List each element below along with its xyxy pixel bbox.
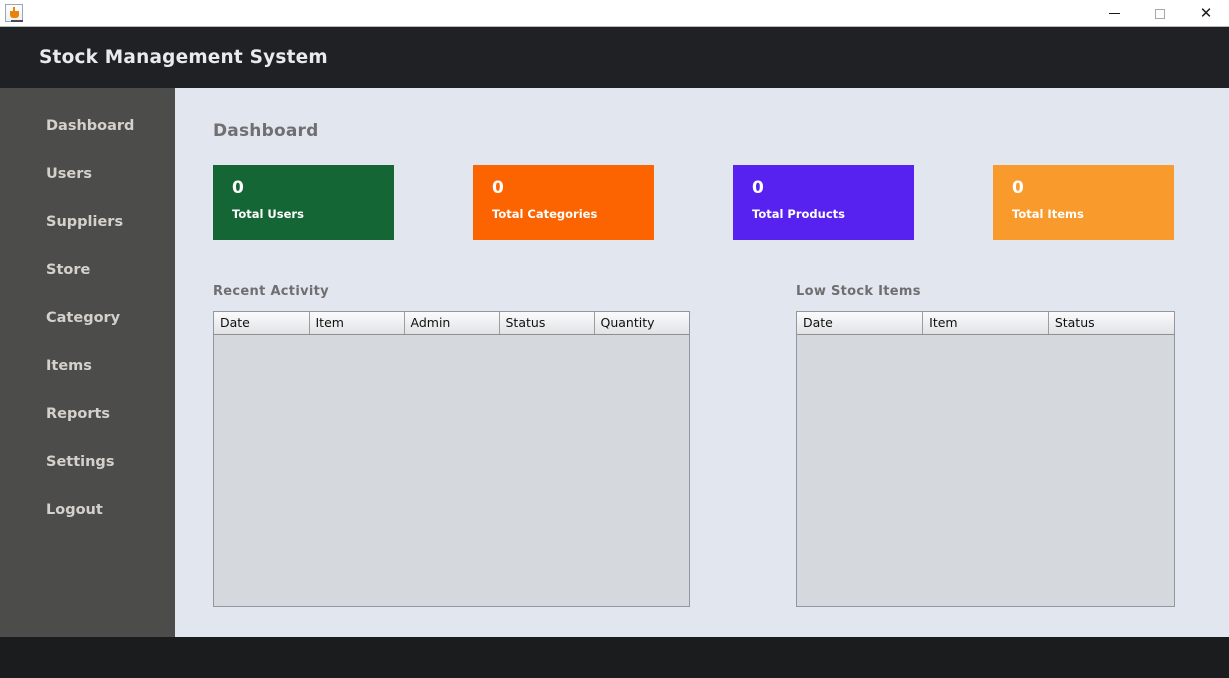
- app-title: Stock Management System: [39, 47, 328, 68]
- sidebar-item-label: Users: [46, 166, 93, 182]
- stat-card-total-categories[interactable]: 0 Total Categories: [473, 165, 654, 240]
- column-header-admin[interactable]: Admin: [404, 312, 500, 335]
- stat-card-label: Total Categories: [492, 207, 598, 222]
- sidebar-item-label: Settings: [46, 454, 115, 470]
- stat-card-total-users[interactable]: 0 Total Users: [213, 165, 394, 240]
- column-header-quantity[interactable]: Quantity: [594, 312, 689, 335]
- table-header-row: Date Item Admin Status Quantity: [214, 312, 689, 335]
- recent-activity-empty-body: [214, 335, 689, 606]
- stat-card-total-products[interactable]: 0 Total Products: [733, 165, 914, 240]
- close-button[interactable]: ✕: [1183, 0, 1229, 27]
- window-titlebar: ✕: [0, 0, 1229, 27]
- sidebar-item-label: Suppliers: [46, 214, 124, 230]
- java-coffee-cup-icon: [5, 4, 23, 22]
- recent-activity-panel: Recent Activity Date Item Admin Status Q…: [213, 284, 690, 607]
- app-shell: Dashboard Users Suppliers Store Category…: [0, 88, 1229, 637]
- maximize-button[interactable]: [1137, 0, 1183, 27]
- table-header-row: Date Item Status: [797, 312, 1174, 335]
- sidebar-item-label: Reports: [46, 406, 111, 422]
- low-stock-panel: Low Stock Items Date Item Status: [796, 284, 1175, 607]
- sidebar-item-label: Category: [46, 310, 121, 326]
- window-controls: ✕: [1091, 0, 1229, 27]
- sidebar-item-users[interactable]: Users: [0, 150, 175, 198]
- close-icon: ✕: [1199, 4, 1213, 22]
- sidebar-item-store[interactable]: Store: [0, 246, 175, 294]
- stat-card-label: Total Users: [232, 207, 304, 222]
- column-header-date[interactable]: Date: [214, 312, 310, 335]
- sidebar-item-label: Logout: [46, 502, 103, 518]
- stat-card-value: 0: [492, 178, 504, 198]
- sidebar-item-category[interactable]: Category: [0, 294, 175, 342]
- stat-card-value: 0: [232, 178, 244, 198]
- low-stock-title: Low Stock Items: [796, 284, 921, 299]
- sidebar-nav: Dashboard Users Suppliers Store Category…: [0, 88, 175, 637]
- stat-card-group: 0 Total Users 0 Total Categories 0 Total…: [213, 165, 1229, 240]
- low-stock-table[interactable]: Date Item Status: [796, 311, 1175, 607]
- stat-card-value: 0: [1012, 178, 1024, 198]
- minimize-button[interactable]: [1091, 0, 1137, 27]
- app-footer: [0, 637, 1229, 678]
- stat-card-label: Total Items: [1012, 207, 1084, 222]
- sidebar-item-reports[interactable]: Reports: [0, 390, 175, 438]
- sidebar-item-dashboard[interactable]: Dashboard: [0, 102, 175, 150]
- column-header-status[interactable]: Status: [499, 312, 595, 335]
- column-header-item[interactable]: Item: [309, 312, 405, 335]
- sidebar-item-suppliers[interactable]: Suppliers: [0, 198, 175, 246]
- app-header: Stock Management System: [0, 27, 1229, 88]
- low-stock-empty-body: [797, 335, 1174, 606]
- main-content: Dashboard 0 Total Users 0 Total Categori…: [175, 88, 1229, 637]
- stat-card-value: 0: [752, 178, 764, 198]
- recent-activity-title: Recent Activity: [213, 284, 329, 299]
- sidebar-item-label: Dashboard: [46, 118, 135, 134]
- dashboard-panels: Recent Activity Date Item Admin Status Q…: [213, 284, 1229, 607]
- page-title: Dashboard: [213, 121, 319, 141]
- column-header-item[interactable]: Item: [922, 312, 1049, 335]
- recent-activity-table[interactable]: Date Item Admin Status Quantity: [213, 311, 690, 607]
- sidebar-item-settings[interactable]: Settings: [0, 438, 175, 486]
- sidebar-item-label: Store: [46, 262, 91, 278]
- sidebar-item-logout[interactable]: Logout: [0, 486, 175, 534]
- sidebar-item-items[interactable]: Items: [0, 342, 175, 390]
- stat-card-label: Total Products: [752, 207, 845, 222]
- column-header-date[interactable]: Date: [797, 312, 924, 335]
- stat-card-total-items[interactable]: 0 Total Items: [993, 165, 1174, 240]
- sidebar-item-label: Items: [46, 358, 92, 374]
- column-header-status[interactable]: Status: [1048, 312, 1174, 335]
